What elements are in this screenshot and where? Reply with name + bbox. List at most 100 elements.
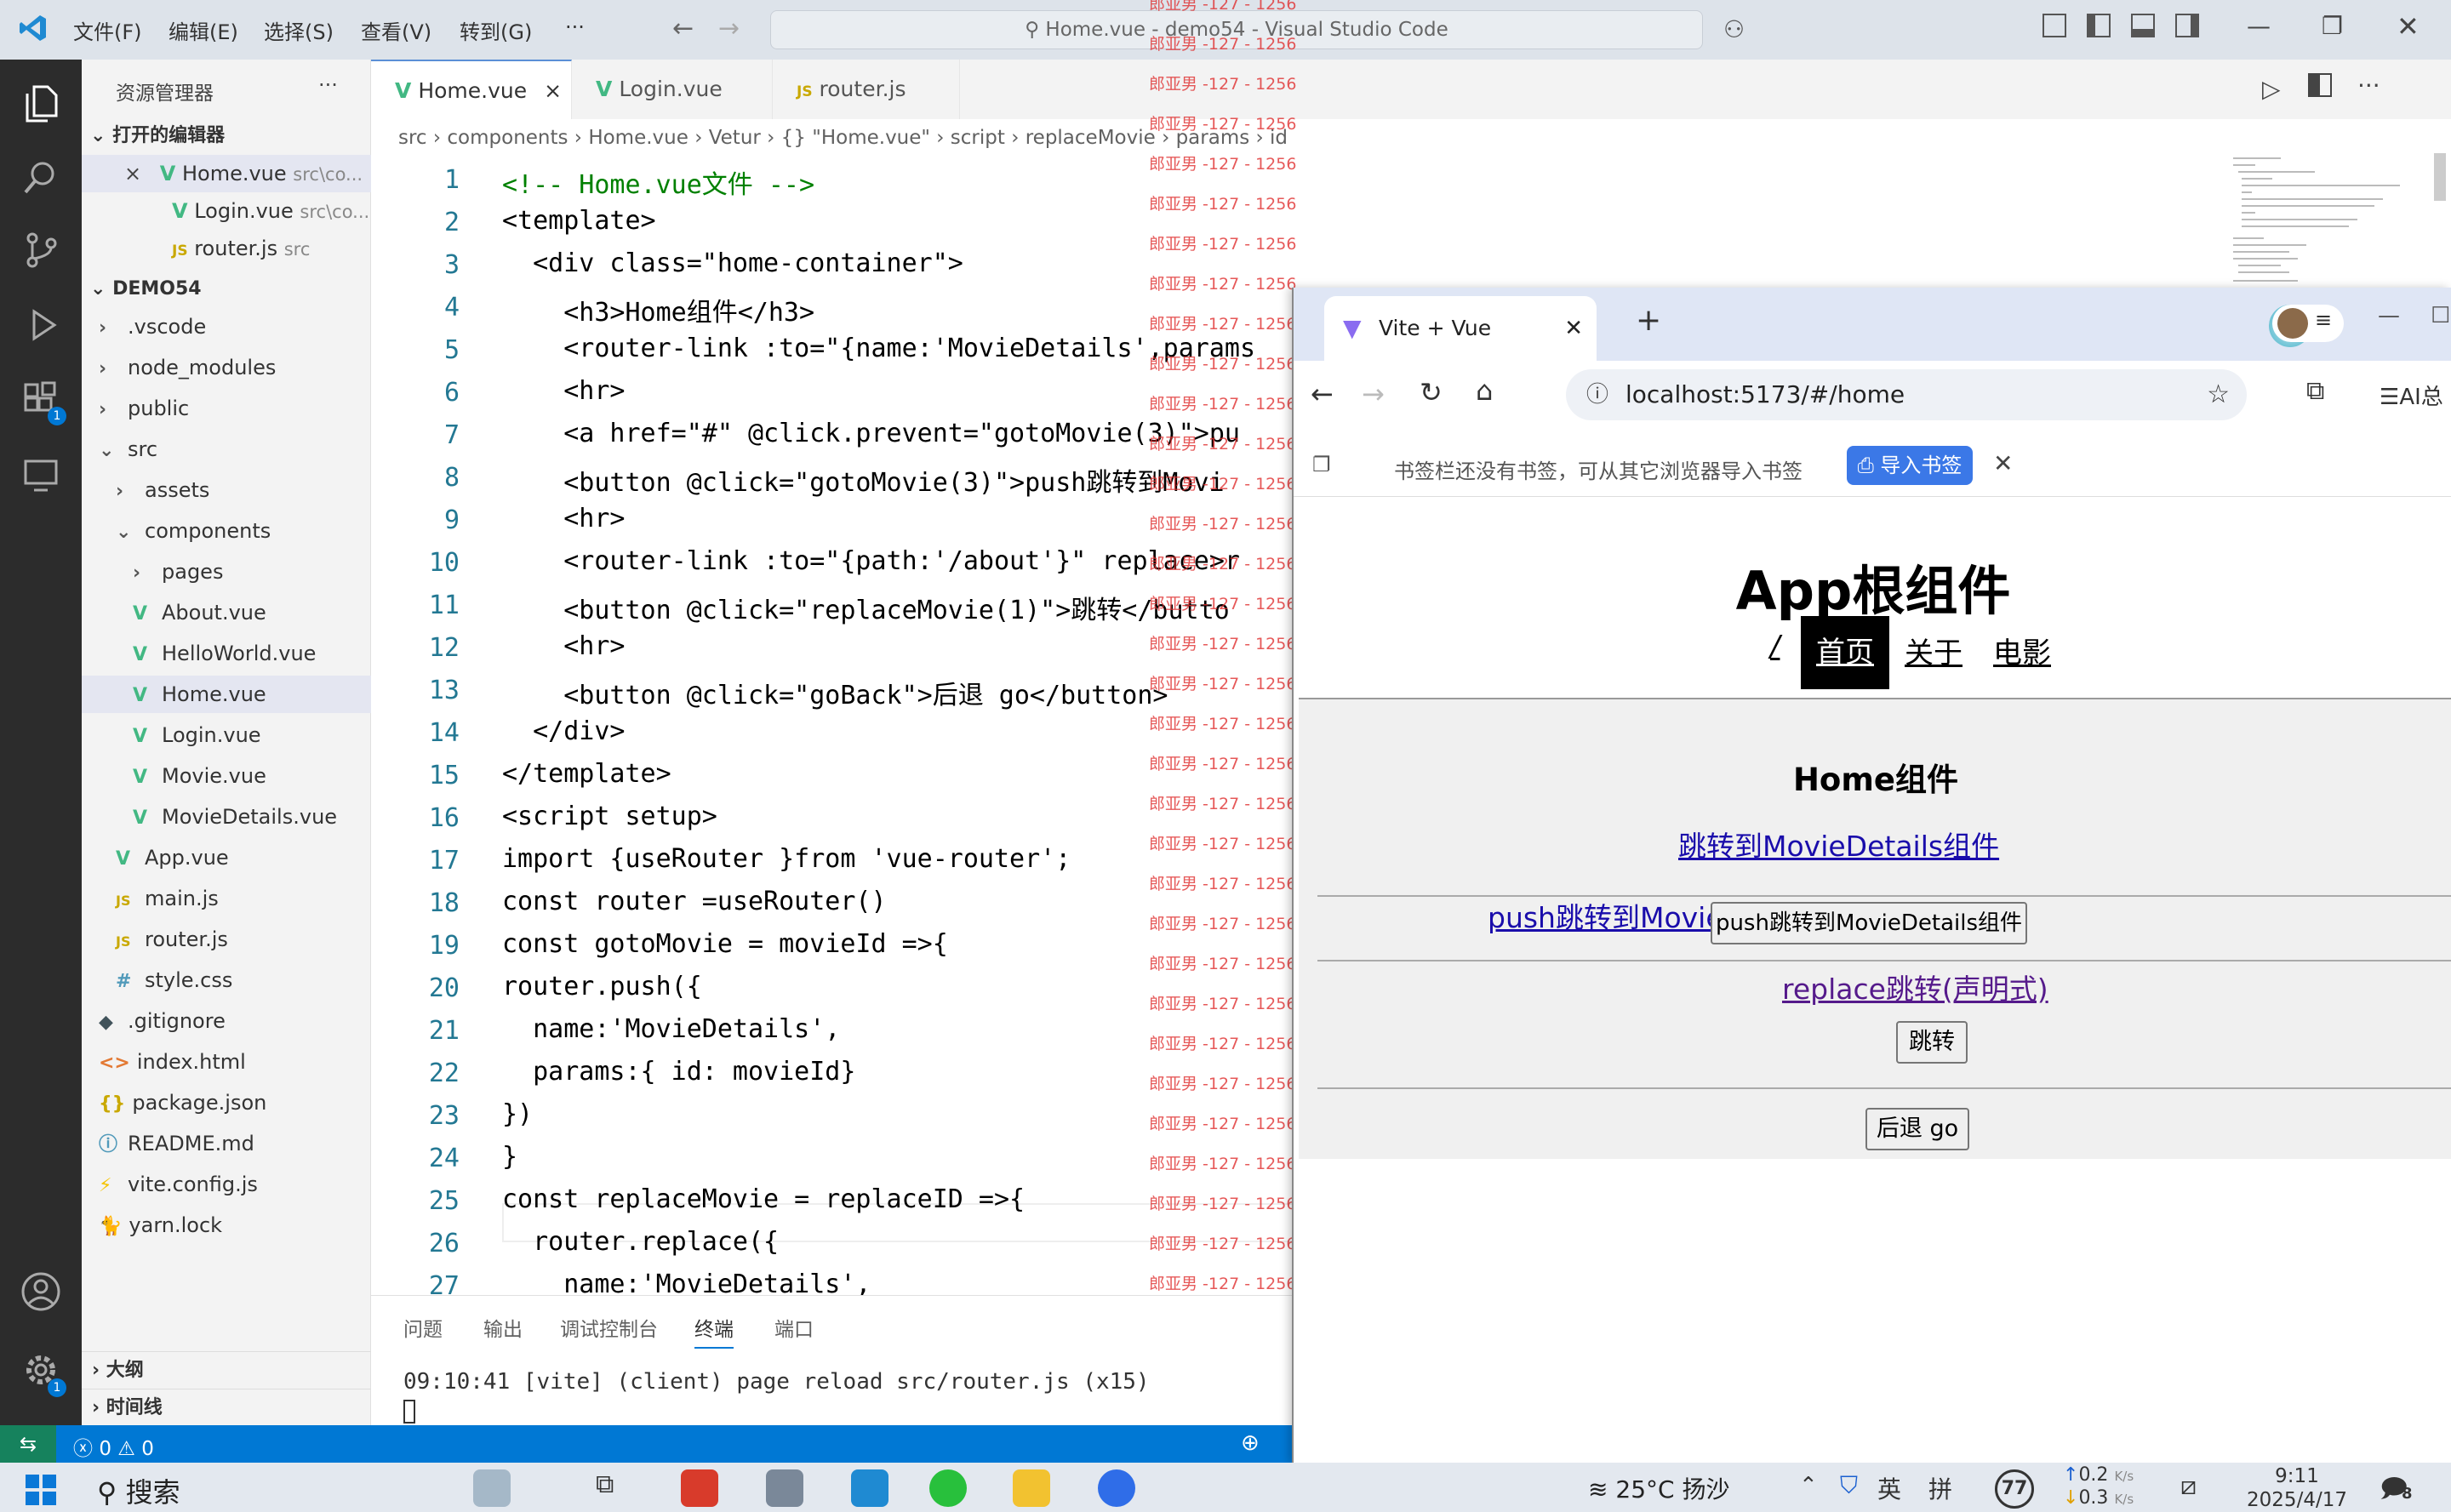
movie-details-link[interactable]: 跳转到MovieDetails组件 [1678, 824, 1999, 864]
panel-tab-terminal[interactable]: 终端 [694, 1313, 734, 1349]
more-actions-icon[interactable]: ··· [2357, 71, 2380, 100]
open-editors-header[interactable]: ⌄ 打开的编辑器 [82, 117, 371, 155]
forward-arrow-icon[interactable]: → [1362, 378, 1385, 410]
weather-widget[interactable]: ≋ 25°C 扬沙 [1588, 1471, 1729, 1505]
back-arrow-icon[interactable]: ← [672, 14, 694, 43]
site-info-icon[interactable]: ⓘ [1586, 369, 1608, 420]
close-icon[interactable]: × [534, 78, 562, 103]
tree-item[interactable]: › .vscode [82, 308, 371, 345]
clock[interactable]: 9:11 2025/4/17 [2233, 1464, 2361, 1512]
run-debug-icon[interactable] [17, 301, 65, 349]
panel-tab-ports[interactable]: 端口 [774, 1313, 814, 1342]
panel-tab-debug-console[interactable]: 调试控制台 [560, 1313, 658, 1342]
tree-item[interactable]: ⚡ vite.config.js [82, 1166, 371, 1203]
tab-groups-icon[interactable]: ❐ [1312, 453, 1331, 476]
nav-movie-link[interactable]: 电影 [1993, 630, 2051, 671]
tree-item[interactable]: 🐈 yarn.lock [82, 1207, 371, 1244]
minimize-icon[interactable]: — [2378, 303, 2400, 328]
replace-button[interactable]: 跳转 [1896, 1021, 1968, 1064]
close-window-icon[interactable]: ✕ [2397, 10, 2420, 43]
reload-icon[interactable]: ↻ [1420, 376, 1443, 408]
panel-tab-output[interactable]: 输出 [483, 1313, 523, 1342]
close-icon[interactable]: × [82, 162, 141, 185]
open-editor-router[interactable]: JS router.js src [82, 230, 371, 267]
security-icon[interactable]: ⛉ [1840, 1471, 1858, 1500]
tree-item[interactable]: ⌄ components [82, 512, 371, 550]
tree-item[interactable]: JS router.js [82, 921, 371, 958]
pet-app-icon[interactable] [473, 1469, 511, 1507]
snip-icon[interactable]: ⧄ [2180, 1471, 2197, 1501]
toggle-panel-icon[interactable] [2131, 14, 2155, 37]
account-icon[interactable] [17, 1268, 65, 1315]
minimap[interactable] [2230, 153, 2408, 289]
forward-arrow-icon[interactable]: → [718, 14, 740, 43]
menu-view[interactable]: 查看(V) [361, 15, 431, 45]
tree-item[interactable]: V MovieDetails.vue [82, 798, 371, 836]
menu-more[interactable]: ··· [565, 15, 585, 39]
vscode-taskbar-icon[interactable] [851, 1469, 888, 1507]
tree-item[interactable]: V Movie.vue [82, 757, 371, 795]
address-bar[interactable]: ⓘ localhost:5173/#/home ☆ [1566, 369, 2247, 420]
problems-indicator[interactable]: ⓧ 0 ⚠ 0 [73, 1432, 154, 1461]
settings-gear-icon[interactable]: 1 [17, 1346, 66, 1397]
wps-icon[interactable] [681, 1469, 718, 1507]
nav-home-link[interactable]: 首页 [1801, 616, 1889, 689]
menu-file[interactable]: 文件(F) [73, 15, 142, 45]
remote-indicator-icon[interactable]: ⇆ [0, 1425, 56, 1463]
tree-item[interactable]: ⓘ README.md [82, 1125, 371, 1162]
tree-item[interactable]: › public [82, 390, 371, 427]
ime-language[interactable]: 英 [1877, 1471, 1901, 1505]
tree-item[interactable]: V Login.vue [82, 716, 371, 754]
zoom-icon[interactable]: ⊕ [1241, 1430, 1260, 1456]
restore-icon[interactable]: ❐ [2322, 12, 2343, 40]
open-editor-home[interactable]: × V Home.vue src\co... [82, 155, 371, 192]
minimize-icon[interactable]: — [2247, 12, 2271, 40]
nav-root-link[interactable]: / [1770, 630, 1780, 664]
tray-expand-icon[interactable]: ⌃ [1799, 1473, 1818, 1498]
tree-item[interactable]: V Home.vue [82, 676, 371, 713]
open-editor-login[interactable]: V Login.vue src\co... [82, 192, 371, 230]
wechat-icon[interactable] [929, 1469, 967, 1507]
tree-item[interactable]: JS main.js [82, 880, 371, 917]
menu-go[interactable]: 转到(G) [460, 15, 532, 45]
new-tab-icon[interactable]: + [1636, 303, 1661, 338]
run-icon[interactable]: ▷ [2262, 75, 2281, 103]
explorer-more-button[interactable]: ··· [318, 73, 338, 97]
tree-item[interactable]: › node_modules [82, 349, 371, 386]
nav-about-link[interactable]: 关于 [1905, 630, 1963, 671]
tree-item[interactable]: › pages [82, 553, 371, 591]
tab-router-js[interactable]: JS router.js [773, 60, 960, 119]
ai-summary-button[interactable]: ☰AI总 [2380, 379, 2443, 411]
tree-item[interactable]: › assets [82, 471, 371, 509]
explorer-icon[interactable] [17, 80, 65, 128]
profile-menu[interactable]: ≡ [2272, 305, 2344, 342]
tree-item[interactable]: {} package.json [82, 1084, 371, 1121]
home-icon[interactable]: ⌂ [1476, 374, 1493, 407]
push-movie-details-button[interactable]: push跳转到MovieDetails组件 [1711, 902, 2027, 944]
toggle-secondary-sidebar-icon[interactable] [2175, 14, 2199, 37]
tab-home-vue[interactable]: V Home.vue × [371, 60, 572, 119]
tree-item[interactable]: ⌄ src [82, 431, 371, 468]
split-editor-icon[interactable] [2308, 73, 2332, 97]
copilot-icon[interactable]: ⚇ [1723, 15, 1745, 43]
project-header[interactable]: ⌄ DEMO54 [82, 271, 371, 308]
browser-taskbar-icon[interactable] [1098, 1469, 1135, 1507]
app-icon[interactable] [766, 1469, 803, 1507]
windows-start-icon[interactable] [26, 1475, 56, 1505]
remote-explorer-icon[interactable] [17, 451, 65, 499]
tree-item[interactable]: ◆ .gitignore [82, 1002, 371, 1040]
performance-badge[interactable]: 77 [1995, 1469, 2034, 1509]
search-view-icon[interactable] [17, 153, 65, 201]
task-view-icon[interactable]: ⧉ [596, 1469, 633, 1507]
ime-mode[interactable]: 拼 [1928, 1471, 1952, 1505]
import-bookmarks-button[interactable]: ⎙ 导入书签 [1847, 446, 1973, 485]
browser-tab[interactable]: ▼ Vite + Vue ✕ [1324, 296, 1597, 361]
outline-section[interactable]: › 大纲 [82, 1351, 371, 1389]
layout-customize-icon[interactable] [2042, 14, 2066, 37]
bookmark-star-icon[interactable]: ☆ [2207, 369, 2230, 420]
menu-selection[interactable]: 选择(S) [264, 15, 334, 45]
tab-login-vue[interactable]: V Login.vue [572, 60, 773, 119]
extensions-icon[interactable]: ⧉ [2306, 376, 2324, 406]
tree-item[interactable]: V About.vue [82, 594, 371, 631]
editor-scrollbar[interactable] [2434, 153, 2446, 201]
